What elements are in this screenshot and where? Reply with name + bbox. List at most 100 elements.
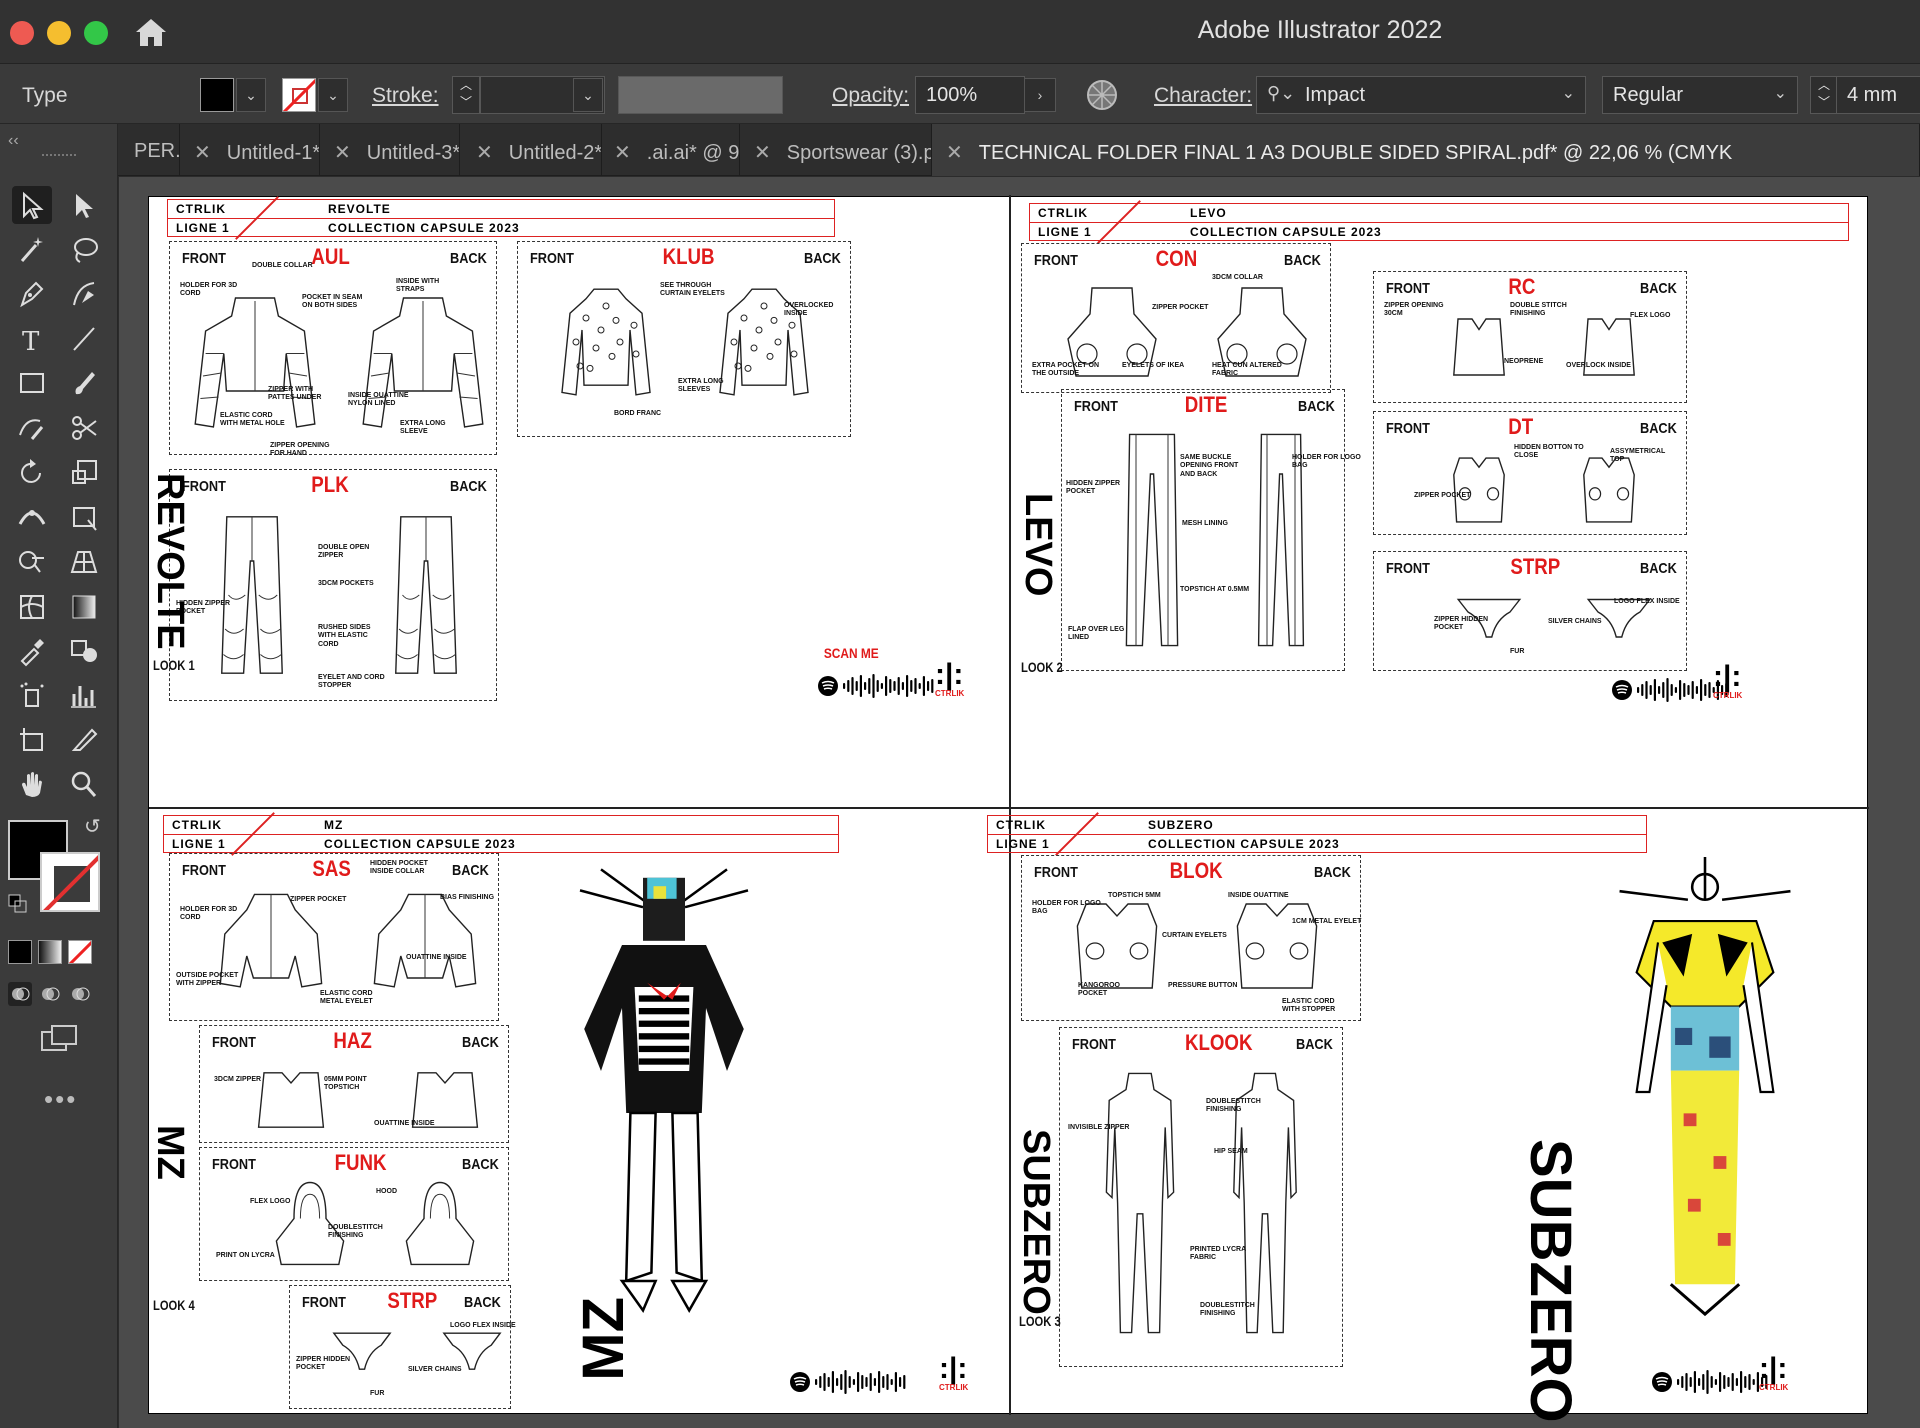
scale-tool-icon[interactable] [64,453,104,491]
home-icon[interactable] [133,16,169,48]
catsuit-sketch [1070,1068,1210,1338]
swap-fill-stroke-icon[interactable]: ↺ [84,814,101,839]
stroke-color-swatch[interactable] [40,852,100,912]
symbol-sprayer-tool-icon[interactable] [12,676,52,714]
pants-sketch [210,510,294,680]
panel-grip[interactable] [42,154,76,160]
annotation-note: HIDDEN ZIPPER POCKET [1066,480,1121,496]
shaper-tool-icon[interactable] [12,409,52,447]
curvature-tool-icon[interactable] [64,275,104,313]
annotation-note: POCKET IN SEAM ON BOTH SIDES [302,294,363,310]
font-style-select[interactable]: Regular ⌄ [1602,76,1798,114]
annotation-note: ELASTIC CORD WITH METAL HOLE [220,412,285,428]
maximize-window-button[interactable] [84,21,108,45]
close-window-button[interactable] [10,21,34,45]
collapse-panel-icon[interactable]: ‹‹ [8,132,19,150]
fill-dropdown[interactable]: ⌄ [236,78,266,112]
garment-title: DITE [1185,392,1228,417]
artboard[interactable]: CTRLIK LIGNE 1 REVOLTE COLLECTION CAPSULE 2… [148,195,1869,1423]
tab-label: PER.ai* [134,140,179,162]
zoom-tool-icon[interactable] [64,765,104,803]
slice-tool-icon[interactable] [64,720,104,758]
stroke-dropdown[interactable]: ⌄ [318,78,348,112]
tab-document[interactable]: ✕ Sportswear (3).pdf* [740,124,932,176]
stroke-label[interactable]: Stroke: [372,84,439,108]
garment-title: STRP [1510,554,1561,579]
stroke-swatch[interactable] [282,78,316,112]
column-graph-tool-icon[interactable] [64,676,104,714]
direct-selection-tool-icon[interactable] [64,186,104,224]
blend-tool-icon[interactable] [64,631,104,669]
eyedropper-tool-icon[interactable] [12,631,52,669]
magic-wand-tool-icon[interactable] [12,231,52,269]
mesh-tool-icon[interactable] [12,587,52,625]
close-tab-icon[interactable]: ✕ [946,142,963,164]
close-tab-icon[interactable]: ✕ [194,142,211,164]
opacity-input[interactable]: 100% [915,76,1025,114]
hand-tool-icon[interactable] [12,765,52,803]
annotation-note: ASSYMETRICAL TOP [1610,448,1666,464]
tab-document[interactable]: PER.ai* [120,124,180,176]
close-tab-icon[interactable]: ✕ [614,142,631,164]
opacity-arrow[interactable]: › [1024,78,1056,112]
spotify-code-icon [818,674,934,698]
lasso-tool-icon[interactable] [64,231,104,269]
garment-title: SAS [311,856,351,881]
recolor-artwork-icon[interactable] [1085,78,1119,112]
line-tool-icon[interactable] [64,320,104,358]
character-label[interactable]: Character: [1154,84,1252,108]
gradient-mode-icon[interactable] [38,940,62,964]
default-colors-icon[interactable] [8,894,28,914]
dotjacket-sketch [556,282,656,402]
tab-label: TECHNICAL FOLDER FINAL 1 A3 DOUBLE SIDED… [978,142,1733,164]
annotation-note: INSIDE WITH STRAPS [396,278,440,294]
font-family-select[interactable]: ⚲⌄ Impact ⌄ [1256,76,1586,114]
tab-document[interactable]: ✕ TECHNICAL FOLDER FINAL 1 A3 DOUBLE SIDE… [932,124,1920,176]
stroke-weight-stepper[interactable]: ︿ ﹀ [452,76,480,114]
scissors-tool-icon[interactable] [64,409,104,447]
width-tool-icon[interactable] [12,498,52,536]
stroke-weight-dropdown[interactable]: ⌄ [573,78,603,112]
font-size-stepper[interactable]: ︿ ﹀ [1810,76,1838,114]
opacity-label[interactable]: Opacity: [832,84,909,108]
screen-mode-icon[interactable] [40,1024,80,1054]
artboard-tool-icon[interactable] [12,720,52,758]
variable-width-profile[interactable] [618,76,783,114]
perspective-grid-tool-icon[interactable] [64,542,104,580]
close-tab-icon[interactable]: ✕ [334,142,351,164]
ctrlik-logo: :|: [935,658,964,691]
type-tool-icon[interactable]: T [12,320,52,358]
close-tab-icon[interactable]: ✕ [476,142,493,164]
rectangle-tool-icon[interactable] [12,364,52,402]
none-mode-icon[interactable] [68,940,92,964]
tab-document[interactable]: ✕ .ai.ai* @ 9,... [600,124,740,176]
bolero-sketch [370,890,480,1000]
annotation-note: BIAS FINISHING [440,894,495,901]
free-transform-tool-icon[interactable] [64,498,104,536]
draw-behind-icon[interactable] [38,982,62,1006]
draw-inside-icon[interactable] [68,982,92,1006]
color-mode-icon[interactable] [8,940,32,964]
paintbrush-tool-icon[interactable] [64,364,104,402]
close-tab-icon[interactable]: ✕ [754,142,771,164]
draw-normal-icon[interactable] [8,982,32,1006]
selection-tool-icon[interactable] [12,186,52,224]
annotation-note: HOLDER FOR 3D CORD [180,906,238,922]
pen-tool-icon[interactable] [12,275,52,313]
more-tools-icon[interactable]: ••• [44,1084,77,1115]
minimize-window-button[interactable] [47,21,71,45]
look-name-label: LEVO [1190,206,1227,220]
font-size-input[interactable]: 4 mm [1836,76,1920,114]
tab-document[interactable]: ✕ Untitled-1* [180,124,320,176]
annotation-note: INSIDE OUATTINE NYLON LINED [348,392,409,408]
tab-document[interactable]: ✕ Untitled-3* [320,124,460,176]
garment-box: FRONT BACK AUL DOUBLE COLLAR HOLDER FOR 3D C… [169,241,497,457]
shape-builder-tool-icon[interactable] [12,542,52,580]
tab-document[interactable]: ✕ Untitled-2* [462,124,602,176]
fill-swatch[interactable] [200,78,234,112]
annotation-note: PRINT ON LYCRA [216,1252,275,1259]
front-label: FRONT [1386,560,1430,577]
rotate-tool-icon[interactable] [12,453,52,491]
gradient-tool-icon[interactable] [64,587,104,625]
annotation-note: 3DCM POCKETS [318,580,374,587]
